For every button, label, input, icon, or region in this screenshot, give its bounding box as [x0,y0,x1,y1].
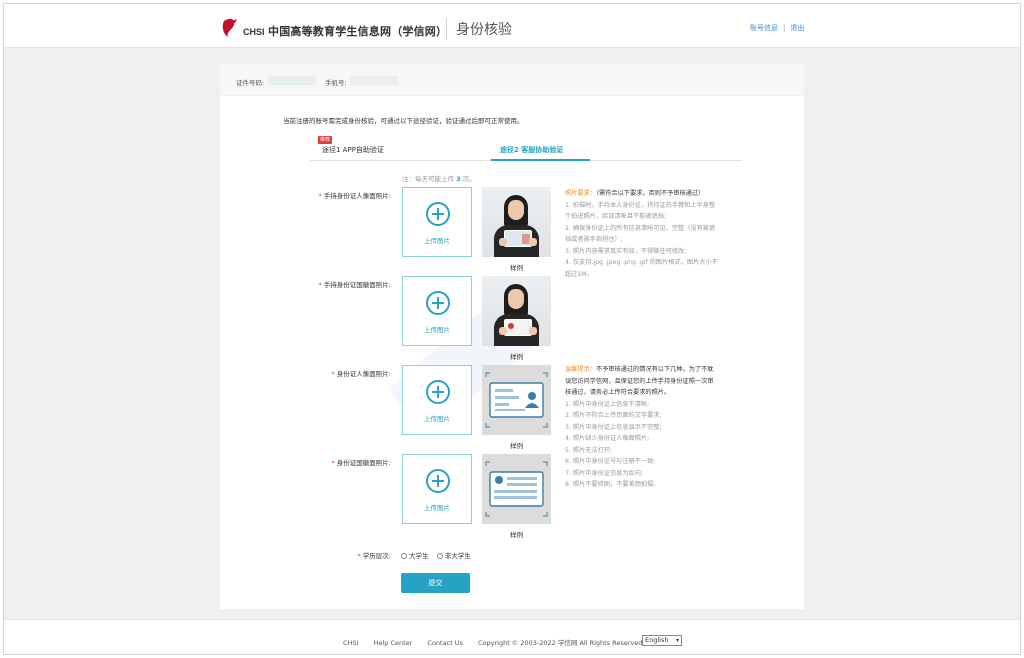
radio-non-undergraduate[interactable] [436,553,443,559]
tip-line: 7. 照片中身份证信息为反向; [565,469,644,477]
id-card-back-icon [482,454,551,524]
requirement-line: 4. 仅支持.jpg .jpeg .png .gif 的图片格式，图片大小不 [565,259,718,266]
footer-links: CHSI Help Center Contact Us Copyright © … [343,637,655,647]
footer-link-help[interactable]: Help Center [374,639,413,647]
radio-label[interactable]: 大学生 [409,552,429,560]
row-label-id-front: * 身份证人像面照片: [271,368,391,378]
logout-link[interactable]: 退出 [790,24,804,32]
row-label-education: * 学历层次: [271,550,391,560]
tips-intro: 不予审核通过的情况有以下几种，为了不耽 [595,366,714,373]
required-mark: * [318,281,322,289]
tab-app-verification[interactable]: 途径1 APP自助验证 [322,145,384,155]
upload-label: 上传图片 [424,237,450,245]
tip-line: 8. 照片不要修图，不要美颜拍摄。 [565,481,660,488]
note-suffix: 次。 [462,175,476,183]
row-label-hand-back: * 手持身份证国徽面照片: [271,279,391,289]
row-label-id-back: * 身份证国徽面照片: [271,457,391,467]
row-label-text: 手持身份证国徽面照片: [323,281,391,289]
sample-hand-front-image [482,187,551,257]
site-footer: CHSI Help Center Contact Us Copyright © … [4,619,1020,654]
row-label-text: 学历层次: [362,552,391,560]
requirement-line: 1. 拍摄时，手持本人身份证，将持证的手臂和上半身整 [565,201,716,209]
upload-hand-back-button[interactable]: 上传图片 [402,276,472,346]
plus-circle-icon [426,202,450,226]
row-label-hand-front: * 手持身份证人像面照片: [271,190,391,200]
account-info-link[interactable]: 账号信息 [750,24,778,32]
language-select[interactable]: English ▾ [642,635,682,646]
header-divider [446,18,447,40]
verification-panel: 证件号码: 手机号: 当前注册的账号需完成身份核验，可通过以下途径验证，验证通过… [220,64,804,609]
phone-value [350,76,398,85]
note-prefix: 注：每天可能上传 [402,175,454,183]
active-tab-indicator [491,159,590,161]
plus-circle-icon [426,469,450,493]
note-count: 3 [456,175,461,183]
submit-button[interactable]: 提交 [401,573,470,593]
requirement-line: 3. 照片内容需求真实有效，不得做任何修改; [565,247,687,255]
required-mark: * [318,192,322,200]
browser-frame: CHSI 中国高等教育学生信息网（学信网） 身份核验 账号信息 | 退出 证件号码:… [3,3,1021,655]
row-label-text: 身份证人像面照片: [336,370,391,378]
footer-link-contact[interactable]: Contact Us [427,639,463,647]
row-label-text: 手持身份证人像面照片: [323,192,391,200]
chevron-down-icon: ▾ [675,637,679,644]
tab-service-verification[interactable]: 途径2 客服协助验证 [500,145,563,155]
site-name[interactable]: 中国高等教育学生信息网（学信网） [268,23,447,39]
upload-label: 上传图片 [424,415,450,423]
tip-line: 1. 照片中身份证上信息不清晰; [565,400,650,408]
tip-line: 5. 照片无法打开; [565,446,613,454]
education-options: 大学生 非大学生 [401,550,471,560]
upload-limit-note: 注：每天可能上传 3 次。 [402,173,476,183]
tips-intro: 核通过，请务必上传符合要求的照片。 [565,389,671,396]
upload-id-back-button[interactable]: 上传图片 [402,454,472,524]
requirement-line: 2. 确保身份证上的所有信息清晰可见、完整（没有被遮 [565,224,716,232]
id-card-front-icon [482,365,551,435]
language-value: English [645,636,669,644]
required-mark: * [357,552,361,560]
phone-label: 手机号: [325,79,347,87]
sample-caption: 样例 [510,531,523,539]
logo-text: CHSI [243,27,265,37]
radio-undergraduate[interactable] [401,553,407,559]
sample-hand-back-image [482,276,551,346]
page-title: 身份核验 [456,22,512,38]
footer-copyright: Copyright © 2003-2022 学信网 All Rights Res… [477,639,643,647]
row-label-text: 身份证国徽面照片: [336,459,391,467]
upload-hand-front-button[interactable]: 上传图片 [402,187,472,257]
footer-link-chsi[interactable]: CHSI [343,639,358,647]
photo-requirements: 照片要求：（需符合以下要求，否则不予审核通过） 1. 拍摄时，手持本人身份证，将… [565,188,735,280]
radio-label[interactable]: 非大学生 [445,552,471,560]
verification-notice: 当前注册的账号需完成身份核验，可通过以下途径验证，验证通过后即可正常使用。 [283,117,524,125]
sample-caption: 样例 [510,264,523,272]
tips-title: 温馨提示： [565,366,596,373]
tip-line: 2. 照片不符合上传页面的文字要求; [565,412,662,419]
id-number-value [268,76,316,85]
required-mark: * [331,370,335,378]
plus-circle-icon [426,380,450,404]
requirement-line: 个拍进照片，脸部清晰且不能被遮挡; [565,213,667,220]
upload-label: 上传图片 [424,504,450,512]
requirement-line: 超过1M。 [565,270,593,278]
verification-tabs: 途径1 APP自助验证 途径2 客服协助验证 [310,138,742,161]
sample-caption: 样例 [510,442,523,450]
id-number-label: 证件号码: [236,79,265,87]
plus-circle-icon [426,291,450,315]
account-links: 账号信息 | 退出 [750,23,804,33]
tips-intro: 误您访问学信网，且保证您的上传手持身份证照一次审 [565,377,714,385]
upload-id-front-button[interactable]: 上传图片 [402,365,472,435]
sample-caption: 样例 [510,353,523,361]
tip-line: 6. 照片中身份证号与注册不一致; [565,458,656,465]
requirement-line: 挡或者被手指捏住）; [565,236,623,243]
tip-line: 3. 照片中身份证上信息显示不完整; [565,423,662,431]
requirements-title: 照片要求： [565,190,596,197]
upload-label: 上传图片 [424,326,450,334]
tip-line: 4. 照片缺少身份证人像面照片; [565,435,650,442]
link-separator: | [783,24,786,32]
warm-tips: 温馨提示：不予审核通过的情况有以下几种，为了不耽 误您访问学信网，且保证您的上传… [565,364,735,491]
requirements-title-note: （需符合以下要求，否则不予审核通过） [595,190,705,197]
required-mark: * [331,459,335,467]
site-header: CHSI 中国高等教育学生信息网（学信网） 身份核验 账号信息 | 退出 [4,4,1020,48]
account-info-bar: 证件号码: 手机号: [220,64,804,96]
